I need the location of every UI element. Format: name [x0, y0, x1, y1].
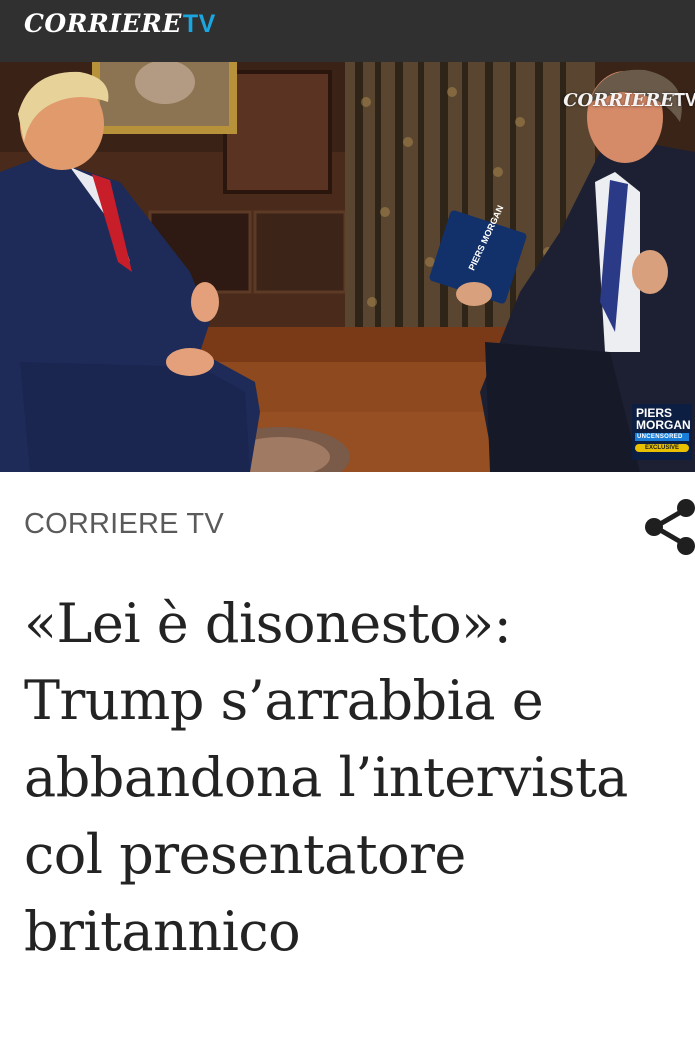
- article-headline: «Lei è disonesto»: Trump s’arrabbia e ab…: [24, 592, 628, 963]
- corriere-tv-logo[interactable]: CORRIERETV: [24, 9, 216, 39]
- badge-line-4: EXCLUSIVE: [635, 444, 689, 452]
- section-label[interactable]: CORRIERE TV: [24, 508, 224, 541]
- share-button[interactable]: [642, 497, 695, 557]
- corriere-tv-watermark: CORRIERETV: [563, 90, 695, 111]
- badge-line-1: PIERS: [636, 406, 673, 420]
- badge-line-2: MORGAN: [636, 418, 691, 432]
- logo-main-text: CORRIERE: [24, 9, 182, 38]
- watermark-tv-text: TV: [673, 90, 695, 110]
- video-frame: PIERS MORGAN: [0, 62, 695, 472]
- video-player[interactable]: PIERS MORGAN CORRIERETV PIERS MORGAN UNC…: [0, 62, 695, 472]
- logo-tv-text: TV: [182, 10, 216, 38]
- share-icon: [645, 499, 695, 555]
- piers-morgan-badge: PIERS MORGAN UNCENSORED EXCLUSIVE: [632, 404, 692, 460]
- top-bar: CORRIERETV: [0, 0, 695, 62]
- badge-line-3: UNCENSORED: [635, 433, 689, 441]
- watermark-main-text: CORRIERE: [563, 90, 674, 111]
